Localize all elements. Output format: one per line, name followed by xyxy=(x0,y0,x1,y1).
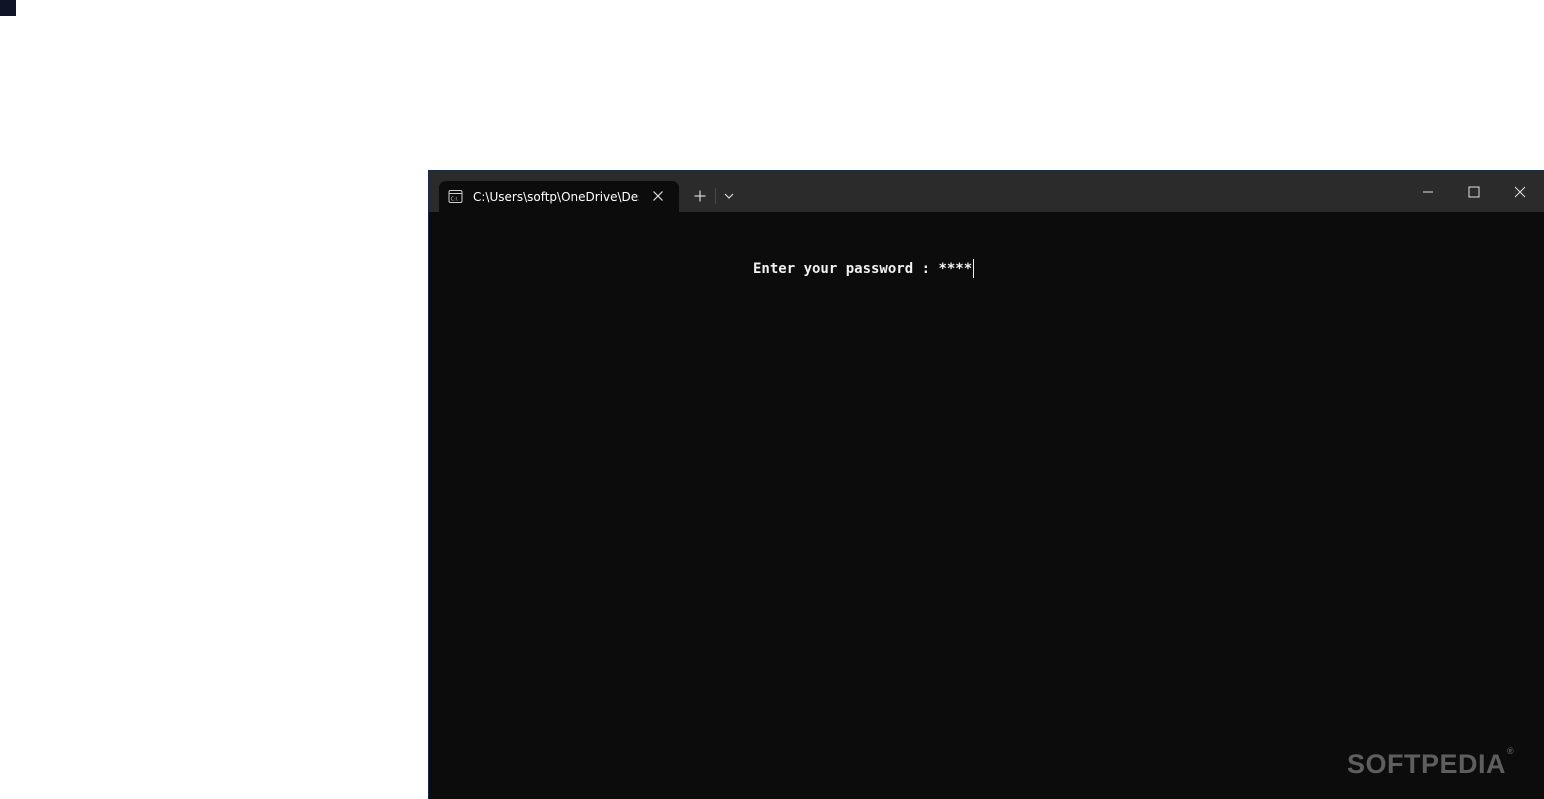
chevron-down-icon[interactable] xyxy=(719,185,739,207)
close-icon[interactable] xyxy=(1505,177,1535,207)
maximize-icon[interactable] xyxy=(1459,177,1489,207)
tab-close-icon[interactable] xyxy=(650,188,666,204)
password-prompt: Enter your password : xyxy=(753,261,939,277)
console-icon: C:\ xyxy=(448,189,463,204)
minimize-icon[interactable] xyxy=(1413,177,1443,207)
tab-separator xyxy=(715,188,716,204)
watermark-text: SOFTPEDIA xyxy=(1347,749,1507,779)
password-prompt-line: Enter your password : **** xyxy=(753,259,975,279)
title-bar[interactable]: C:\ C:\Users\softp\OneDrive\Desktop\Pass… xyxy=(429,171,1544,212)
console-output[interactable]: Enter your password : **** SOFTPEDIA® xyxy=(429,212,1544,799)
new-tab-plus-icon[interactable] xyxy=(689,185,711,207)
registered-mark: ® xyxy=(1507,746,1515,756)
softpedia-watermark: SOFTPEDIA® xyxy=(1347,744,1514,784)
terminal-window: C:\ C:\Users\softp\OneDrive\Desktop\Pass… xyxy=(429,171,1544,799)
tab-console[interactable]: C:\ C:\Users\softp\OneDrive\Desktop\Pass… xyxy=(439,181,679,212)
svg-text:C:\: C:\ xyxy=(451,197,458,203)
text-cursor xyxy=(973,259,975,278)
tab-title: C:\Users\softp\OneDrive\Desktop\Password… xyxy=(473,190,639,204)
masked-password: **** xyxy=(938,261,973,277)
desktop-corner-square xyxy=(0,0,16,16)
